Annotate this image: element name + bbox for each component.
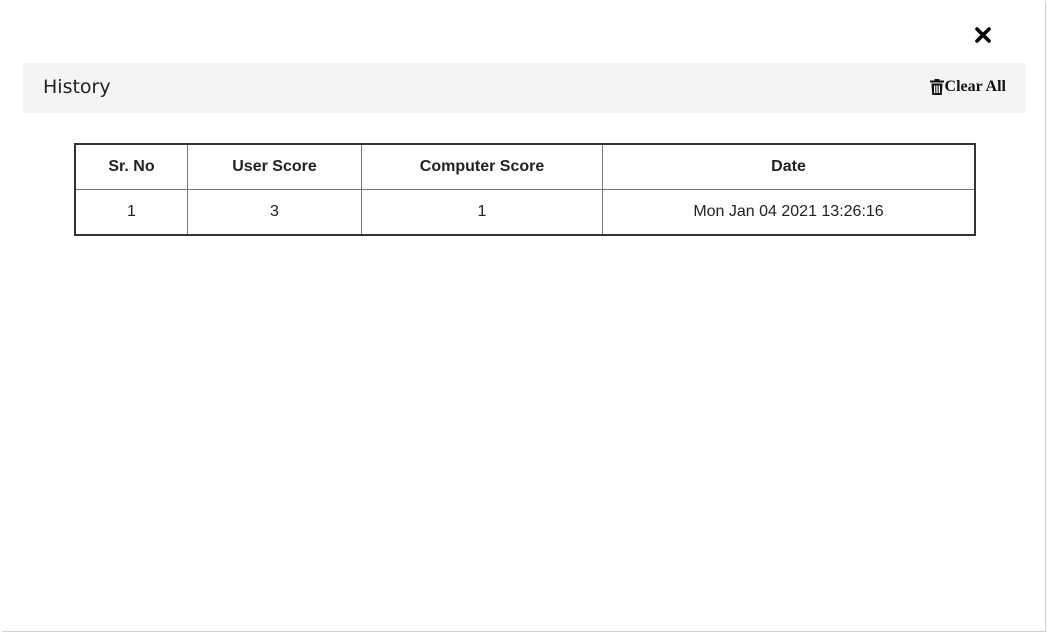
history-table: Sr. No User Score Computer Score Date 1 … — [74, 143, 976, 236]
header-user-score: User Score — [187, 143, 362, 190]
history-modal: History Clear All Sr. No User Score Comp… — [2, 2, 1046, 632]
cell-date: Mon Jan 04 2021 13:26:16 — [602, 189, 976, 236]
close-icon — [975, 27, 991, 43]
cell-computer-score: 1 — [361, 189, 603, 236]
header-computer-score: Computer Score — [361, 143, 603, 190]
clear-all-button[interactable]: Clear All — [929, 78, 1006, 96]
cell-sr-no: 1 — [74, 189, 188, 236]
trash-icon — [929, 79, 944, 95]
cell-user-score: 3 — [187, 189, 362, 236]
history-header: History Clear All — [23, 63, 1026, 113]
table-header-row: Sr. No User Score Computer Score Date — [74, 143, 976, 190]
table-row: 1 3 1 Mon Jan 04 2021 13:26:16 — [74, 189, 976, 236]
history-title: History — [43, 76, 111, 98]
header-sr-no: Sr. No — [74, 143, 188, 190]
close-button[interactable] — [970, 22, 996, 48]
header-date: Date — [602, 143, 976, 190]
clear-all-label: Clear All — [944, 78, 1006, 95]
